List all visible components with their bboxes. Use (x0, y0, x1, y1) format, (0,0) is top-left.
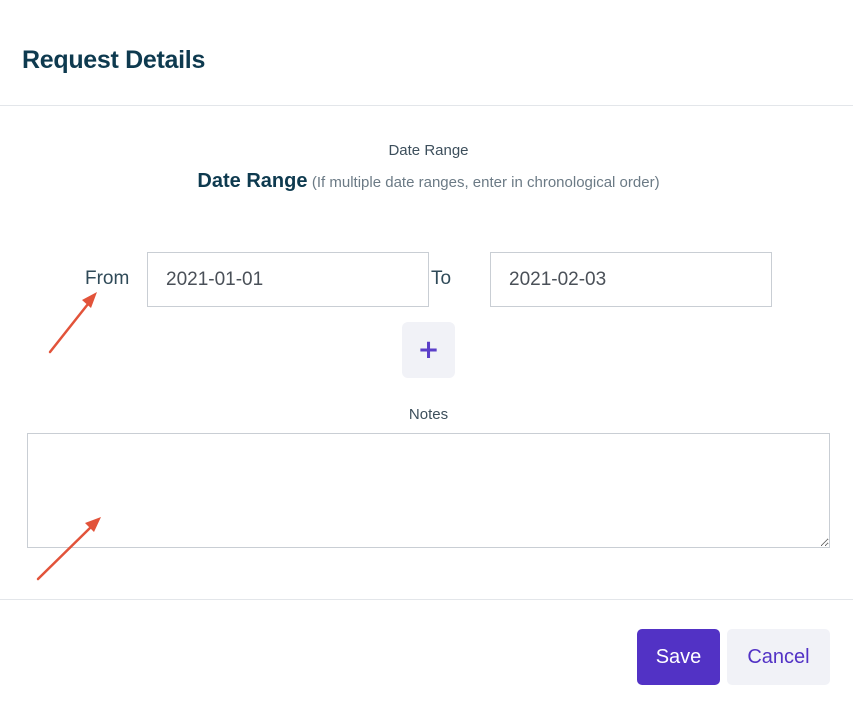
notes-label: Notes (408, 406, 449, 423)
header-divider (0, 105, 853, 106)
notes-textarea[interactable] (27, 433, 830, 548)
add-date-range-button[interactable]: + (402, 322, 455, 378)
date-range-heading: Date Range (If multiple date ranges, ent… (0, 170, 853, 193)
date-range-heading-text: Date Range (197, 170, 308, 192)
plus-icon: + (417, 335, 440, 365)
footer-divider (0, 599, 853, 600)
from-label: From (85, 268, 130, 289)
save-button[interactable]: Save (637, 629, 720, 685)
to-label: To (431, 268, 452, 289)
date-range-small-label: Date Range (388, 142, 469, 159)
cancel-button[interactable]: Cancel (727, 629, 830, 685)
from-date-input[interactable] (147, 252, 429, 307)
annotation-arrow-from (48, 292, 97, 354)
to-date-input[interactable] (490, 252, 772, 307)
date-range-hint: (If multiple date ranges, enter in chron… (311, 174, 660, 191)
dialog-title: Request Details (22, 46, 206, 74)
